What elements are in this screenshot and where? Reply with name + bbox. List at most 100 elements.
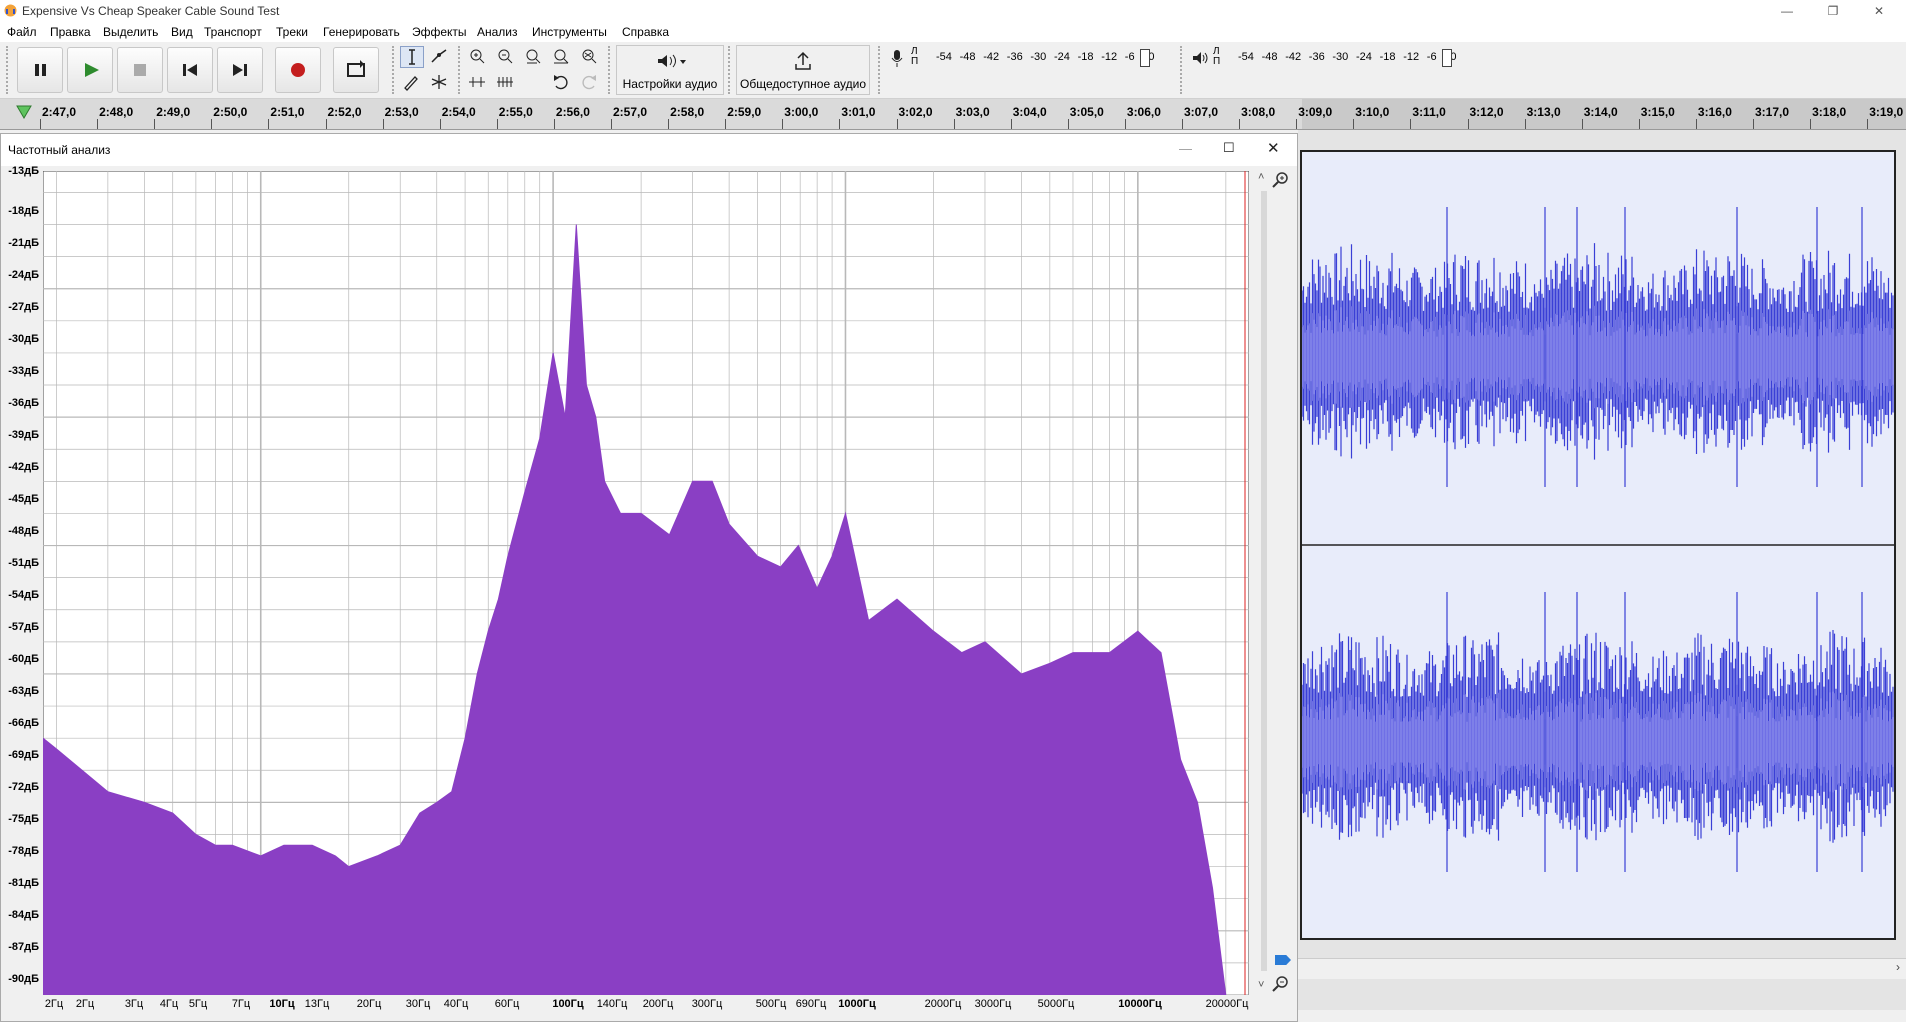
x-axis-tick-label: 10Гц: [269, 998, 295, 1010]
playback-meter[interactable]: -54 -48 -42 -36 -30 -24 -18 -12 -6 0: [1236, 48, 1472, 67]
spectrum-plot[interactable]: [43, 171, 1249, 995]
play-button[interactable]: [67, 47, 113, 93]
slider-thumb[interactable]: [1275, 955, 1291, 965]
y-axis-tick-label: -33дБ: [8, 365, 39, 377]
zoom-selection-icon: [526, 49, 541, 64]
toolbar-grip[interactable]: [6, 46, 12, 94]
horizontal-scrollbar[interactable]: ›: [1298, 958, 1906, 979]
toolbar-grip[interactable]: [728, 46, 734, 94]
skip-end-button[interactable]: [217, 47, 263, 93]
zoom-out-button[interactable]: [494, 46, 518, 68]
waveform[interactable]: [1301, 152, 1894, 938]
undo-button[interactable]: [550, 72, 574, 94]
skip-start-button[interactable]: [167, 47, 213, 93]
meter-tick-label: -30: [1332, 51, 1349, 63]
microphone-icon[interactable]: [888, 48, 906, 68]
timeline-tick-label: 3:13,0: [1526, 105, 1561, 119]
skip-start-icon: [183, 64, 197, 76]
record-button[interactable]: [275, 47, 321, 93]
x-axis-tick-label: 7Гц: [231, 998, 251, 1010]
minimize-dialog-icon[interactable]: —: [1179, 141, 1192, 156]
timeline-tick-label: 2:59,0: [727, 105, 762, 119]
play-head-triangle-icon[interactable]: [16, 105, 32, 119]
scroll-up-icon[interactable]: ˄: [1258, 171, 1264, 183]
menu-generate[interactable]: Генерировать: [323, 25, 400, 39]
menu-tools[interactable]: Инструменты: [532, 25, 607, 39]
menu-transport[interactable]: Транспорт: [204, 25, 262, 39]
zoom-out-icon[interactable]: [1271, 974, 1291, 994]
audio-track[interactable]: [1300, 150, 1896, 940]
zoom-in-button[interactable]: [466, 46, 490, 68]
toolbar-grip[interactable]: [1180, 46, 1186, 94]
silence-icon: [497, 77, 513, 87]
waveform-channel: [1301, 592, 1894, 872]
playback-speaker-icon[interactable]: [1190, 48, 1210, 68]
vertical-scrollbar[interactable]: ˄ ˅: [1255, 171, 1273, 995]
timeline-tick-label: 2:57,0: [613, 105, 648, 119]
y-axis-tick-label: -54дБ: [8, 589, 39, 601]
envelope-icon: [431, 49, 447, 63]
envelope-tool-button[interactable]: [428, 46, 452, 68]
multi-tool-button[interactable]: [428, 72, 452, 94]
zoom-toggle-button[interactable]: [578, 46, 602, 68]
share-audio-button[interactable]: Общедоступное аудио: [736, 45, 870, 95]
x-axis-tick-label: 3Гц: [124, 998, 144, 1010]
silence-button[interactable]: [494, 72, 518, 94]
zoom-out-icon: [498, 49, 513, 64]
pause-button[interactable]: [17, 47, 63, 93]
menu-effects[interactable]: Эффекты: [412, 25, 467, 39]
scroll-track[interactable]: [1261, 191, 1267, 971]
loop-button[interactable]: [333, 47, 379, 93]
y-axis-tick-label: -42дБ: [8, 461, 39, 473]
meter-slider-thumb[interactable]: [1442, 49, 1452, 67]
timeline-ruler[interactable]: 2:47,0 2:48,0 2:49,0 2:50,0 2:51,0 2:52,0 2:53…: [0, 99, 1906, 130]
timeline-tick-mark: [1467, 119, 1469, 129]
menu-help[interactable]: Справка: [622, 25, 669, 39]
menu-view[interactable]: Вид: [171, 25, 193, 39]
maximize-button[interactable]: ❐: [1810, 0, 1856, 22]
redo-button[interactable]: [578, 72, 602, 94]
timeline-tick-mark: [439, 119, 441, 129]
toolbar-grip[interactable]: [458, 46, 464, 94]
timeline-tick-label: 3:10,0: [1355, 105, 1390, 119]
waveform-channel: [1301, 207, 1894, 487]
close-dialog-icon[interactable]: ✕: [1267, 139, 1280, 157]
selection-tool-button[interactable]: [400, 46, 424, 68]
y-axis-tick-label: -66дБ: [8, 717, 39, 729]
draw-tool-button[interactable]: [400, 72, 424, 94]
meter-tick-label: -12: [1101, 51, 1118, 63]
scroll-right-icon[interactable]: ›: [1896, 960, 1900, 974]
toolbar-grip[interactable]: [392, 46, 398, 94]
meter-tick-label: -36: [1308, 51, 1325, 63]
x-axis-tick-label: 200Гц: [642, 998, 674, 1010]
record-meter[interactable]: -54 -48 -42 -36 -30 -24 -18 -12 -6 0: [934, 48, 1170, 67]
maximize-dialog-icon[interactable]: ☐: [1223, 140, 1235, 156]
fit-project-button[interactable]: [550, 46, 574, 68]
timeline-tick-label: 2:52,0: [327, 105, 362, 119]
meter-slider-thumb[interactable]: [1140, 49, 1150, 67]
meter-tick-label: -18: [1379, 51, 1396, 63]
toolbar-grip[interactable]: [878, 46, 884, 94]
menu-select[interactable]: Выделить: [103, 25, 158, 39]
timeline-tick-label: 3:07,0: [1184, 105, 1219, 119]
timeline-tick-mark: [611, 119, 612, 129]
zoom-in-icon: [470, 49, 485, 64]
menu-file[interactable]: Файл: [7, 25, 37, 39]
zoom-in-icon[interactable]: [1271, 170, 1291, 190]
menu-edit[interactable]: Правка: [50, 25, 91, 39]
trim-button[interactable]: [466, 72, 490, 94]
stop-button[interactable]: [117, 47, 163, 93]
menu-analyze[interactable]: Анализ: [477, 25, 518, 39]
close-button[interactable]: ✕: [1856, 0, 1902, 22]
fit-selection-button[interactable]: [522, 46, 546, 68]
toolbar-grip[interactable]: [608, 46, 614, 94]
y-axis-tick-label: -51дБ: [8, 557, 39, 569]
timeline-tick-mark: [896, 119, 898, 129]
menu-tracks[interactable]: Треки: [276, 25, 308, 39]
minimize-button[interactable]: —: [1764, 0, 1810, 22]
scroll-down-icon[interactable]: ˅: [1258, 979, 1264, 991]
x-axis-tick-label: 2Гц: [44, 998, 64, 1010]
undo-icon: [554, 75, 568, 90]
dialog-title-bar[interactable]: Частотный анализ — ☐ ✕: [1, 134, 1297, 166]
audio-settings-button[interactable]: Настройки аудио: [616, 45, 724, 95]
